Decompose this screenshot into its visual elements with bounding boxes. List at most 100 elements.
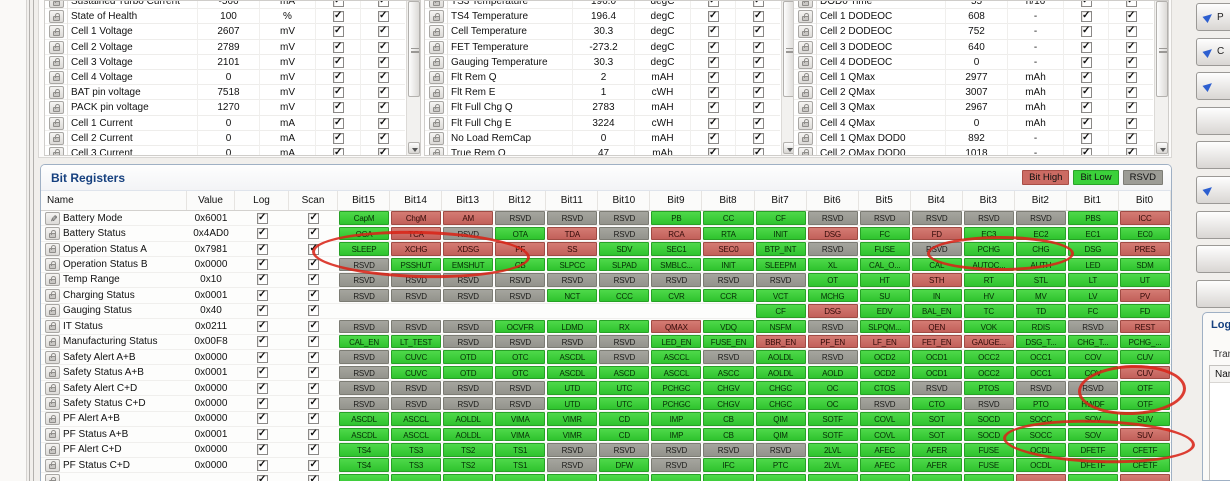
log-checkbox[interactable] [256,258,268,271]
log-checkbox[interactable] [256,273,268,286]
scan-checkbox[interactable] [377,147,389,155]
scan-checkbox[interactable] [752,101,764,114]
log-checkbox[interactable] [1080,101,1092,114]
scan-checkbox[interactable] [1125,10,1137,23]
log-checkbox[interactable] [332,117,344,129]
log-checkbox[interactable] [707,1,719,7]
scan-checkbox[interactable] [752,117,764,129]
log-checkbox[interactable] [1080,10,1092,23]
scan-checkbox[interactable] [308,351,319,363]
side-button-3[interactable] [1196,72,1230,101]
scan-checkbox[interactable] [308,366,319,379]
log-checkbox[interactable] [1080,86,1092,99]
log-checkbox[interactable] [332,25,344,38]
log-checkbox[interactable] [707,86,719,99]
log-checkbox[interactable] [256,474,268,481]
scan-checkbox[interactable] [308,474,319,481]
log-checkbox[interactable] [1080,147,1092,155]
log-checkbox[interactable] [256,382,268,394]
log-checkbox[interactable] [1080,56,1092,68]
scan-checkbox[interactable] [308,243,319,255]
log-checkbox[interactable] [707,25,719,38]
scan-checkbox[interactable] [1125,117,1137,129]
scan-checkbox[interactable] [308,212,319,224]
log-checkbox[interactable] [707,10,719,23]
scan-checkbox[interactable] [752,10,764,23]
scrollbar-thumb[interactable] [408,1,420,97]
log-checkbox[interactable] [256,289,268,301]
scan-checkbox[interactable] [377,10,389,23]
scan-checkbox[interactable] [752,25,764,38]
log-checkbox[interactable] [332,132,344,144]
scan-checkbox[interactable] [377,56,389,68]
scan-checkbox[interactable] [377,1,389,7]
log-checkbox[interactable] [332,1,344,7]
scan-checkbox[interactable] [1125,132,1137,144]
scan-checkbox[interactable] [308,320,319,332]
scan-checkbox[interactable] [377,132,389,144]
scan-checkbox[interactable] [752,132,764,144]
log-checkbox[interactable] [332,86,344,99]
log-checkbox[interactable] [1080,117,1092,129]
log-checkbox[interactable] [256,351,268,363]
scan-checkbox[interactable] [308,397,319,409]
log-checkbox[interactable] [707,101,719,114]
log-checkbox[interactable] [256,304,268,317]
scan-checkbox[interactable] [752,71,764,83]
side-button-7[interactable] [1196,210,1230,239]
scan-checkbox[interactable] [1125,101,1137,114]
log-checkbox[interactable] [707,56,719,68]
scan-checkbox[interactable] [1125,86,1137,99]
side-button-4[interactable] [1196,106,1230,135]
splitter-line[interactable] [33,0,34,481]
log-checkbox[interactable] [256,335,268,348]
log-checkbox[interactable] [332,147,344,155]
log-checkbox[interactable] [256,428,268,440]
log-checkbox[interactable] [256,366,268,379]
log-checkbox[interactable] [1080,1,1092,7]
log-checkbox[interactable] [707,132,719,144]
log-checkbox[interactable] [332,71,344,83]
scan-checkbox[interactable] [1125,25,1137,38]
scan-checkbox[interactable] [377,25,389,38]
scan-checkbox[interactable] [377,101,389,114]
scan-checkbox[interactable] [308,227,319,240]
scan-checkbox[interactable] [752,1,764,7]
scan-checkbox[interactable] [308,304,319,317]
side-button-2[interactable]: C [1196,37,1230,66]
scan-checkbox[interactable] [752,41,764,53]
scan-checkbox[interactable] [308,428,319,440]
scan-checkbox[interactable] [308,289,319,301]
log-checkbox[interactable] [707,147,719,155]
log-checkbox[interactable] [332,56,344,68]
log-checkbox[interactable] [1080,41,1092,53]
scan-checkbox[interactable] [377,117,389,129]
scan-checkbox[interactable] [752,147,764,155]
scan-checkbox[interactable] [308,382,319,394]
scan-checkbox[interactable] [308,459,319,471]
scan-checkbox[interactable] [1125,41,1137,53]
log-checkbox[interactable] [256,227,268,240]
log-checkbox[interactable] [256,320,268,332]
scan-checkbox[interactable] [1125,71,1137,83]
scan-checkbox[interactable] [752,86,764,99]
log-checkbox[interactable] [256,212,268,224]
scan-checkbox[interactable] [377,41,389,53]
log-checkbox[interactable] [1080,71,1092,83]
scrollbar[interactable] [1154,1,1168,155]
scan-checkbox[interactable] [308,443,319,456]
log-checkbox[interactable] [256,412,268,425]
scan-checkbox[interactable] [752,56,764,68]
scan-checkbox[interactable] [308,273,319,286]
scrollbar[interactable] [406,1,420,155]
side-button-5[interactable] [1196,141,1230,170]
side-button-1[interactable]: P [1196,3,1230,31]
log-checkbox[interactable] [1080,25,1092,38]
log-checkbox[interactable] [256,443,268,456]
scan-checkbox[interactable] [308,335,319,348]
log-checkbox[interactable] [256,243,268,255]
scan-checkbox[interactable] [308,412,319,425]
log-checkbox[interactable] [707,41,719,53]
side-button-9[interactable] [1196,279,1230,308]
log-checkbox[interactable] [332,101,344,114]
